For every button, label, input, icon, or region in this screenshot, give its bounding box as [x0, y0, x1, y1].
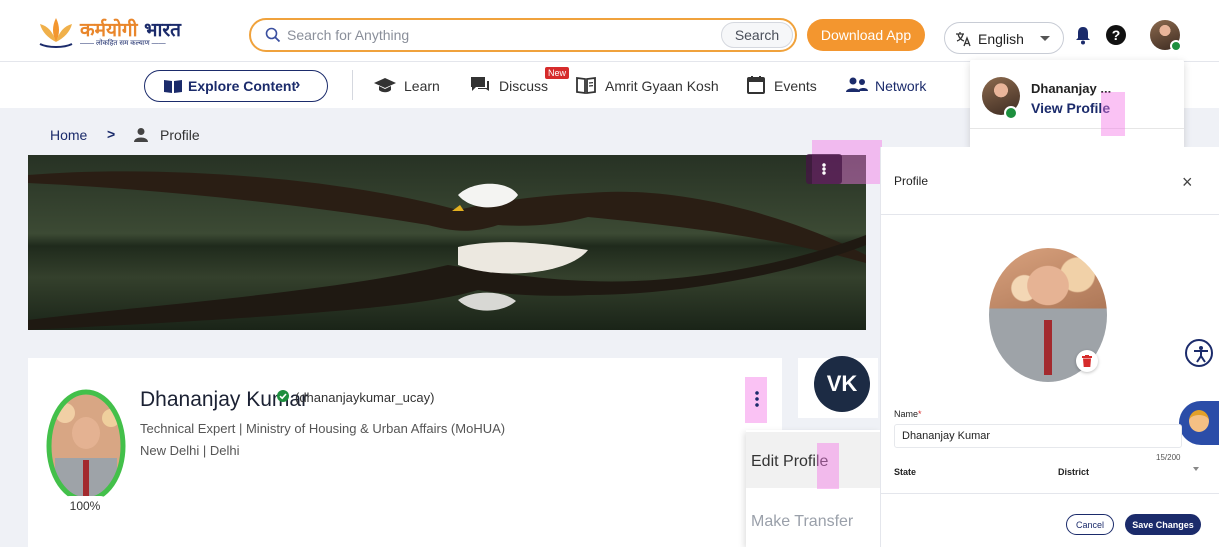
nav-item-discuss[interactable]: Discuss [469, 76, 549, 96]
person-icon [134, 128, 148, 142]
district-field-label: District [1058, 467, 1090, 477]
lotus-logo-icon [39, 18, 73, 48]
nav-item-label: Network [875, 78, 927, 94]
search-bar: Search [249, 18, 797, 52]
save-changes-button[interactable]: Save Changes [1125, 514, 1201, 535]
profile-photo-circle [46, 389, 126, 503]
panel-divider [880, 214, 1219, 215]
chevron-right-icon: › [295, 76, 301, 93]
karmayogi-logo[interactable]: कर्मयोगी भारत —— लोकहित सम कल्याण —— [36, 12, 186, 52]
banner-more-button[interactable] [806, 154, 842, 184]
language-label: English [978, 31, 1024, 47]
profile-completion-ring [45, 388, 127, 506]
cancel-button[interactable]: Cancel [1066, 514, 1114, 535]
calendar-icon [747, 76, 765, 94]
close-icon[interactable]: × [1182, 172, 1193, 193]
eagle-banner-art [28, 171, 866, 330]
language-select[interactable]: English [944, 22, 1064, 54]
district-dropdown-icon[interactable] [1193, 467, 1199, 471]
profile-designation: Technical Expert | Ministry of Housing &… [140, 421, 506, 436]
chatbot-button[interactable] [1179, 401, 1219, 445]
people-icon [846, 77, 868, 92]
verified-check-icon [277, 390, 289, 402]
name-char-count: 15/200 [1156, 453, 1181, 462]
breadcrumb-current: Profile [160, 127, 200, 143]
name-input[interactable] [894, 424, 1182, 448]
profile-banner-image [28, 155, 866, 330]
search-icon [265, 27, 281, 43]
nav-item-amrit-gyaan-kosh[interactable]: Amrit Gyaan Kosh [575, 76, 720, 96]
top-header: कर्मयोगी भारत —— लोकहित सम कल्याण —— Sea… [0, 0, 1219, 62]
nav-item-label: Discuss [499, 78, 549, 94]
profile-completion-percent: 100% [61, 496, 109, 516]
nav-divider [352, 70, 353, 100]
search-input[interactable] [287, 25, 707, 45]
highlight-overlay [1101, 92, 1125, 136]
breadcrumb-separator: > [107, 126, 116, 142]
accessibility-button[interactable] [1185, 339, 1213, 367]
photo-detail [1044, 320, 1052, 375]
more-vertical-icon [822, 163, 826, 175]
view-profile-link[interactable]: View Profile [1031, 100, 1110, 116]
notification-bell-icon[interactable] [1074, 25, 1092, 45]
logo-tagline: —— लोकहित सम कल्याण —— [80, 40, 166, 47]
nav-item-label: Amrit Gyaan Kosh [605, 78, 719, 94]
download-app-button[interactable]: Download App [807, 19, 925, 51]
explore-content-button[interactable]: Explore Content › [144, 70, 328, 102]
book-icon [576, 76, 596, 95]
explore-content-label: Explore Content [188, 78, 297, 94]
profile-username: (dhananjaykumar_ucay) [295, 390, 435, 405]
trash-icon [1082, 355, 1092, 367]
edit-profile-menu-item[interactable]: Edit Profile [746, 432, 880, 488]
profile-context-menu: Edit Profile Make Transfer Request [746, 430, 880, 547]
caret-down-icon [1040, 36, 1050, 41]
translate-icon [956, 32, 971, 47]
nav-item-label: Learn [404, 78, 440, 94]
profile-more-button[interactable] [748, 380, 766, 420]
nav-item-network[interactable]: Network [845, 76, 931, 96]
profile-location: New Delhi | Delhi [140, 443, 240, 458]
accessibility-icon [1194, 346, 1208, 363]
search-button[interactable]: Search [721, 22, 793, 48]
name-field-label: Name* [894, 409, 922, 419]
discussion-icon [471, 77, 489, 91]
verified-badge-icon [1004, 106, 1018, 120]
state-field-label: State [894, 467, 917, 477]
more-vertical-icon [755, 390, 759, 408]
panel-divider [880, 493, 1219, 494]
breadcrumb-home-link[interactable]: Home [50, 127, 87, 143]
delete-photo-button[interactable] [1076, 350, 1098, 372]
nav-item-learn[interactable]: Learn [373, 76, 443, 96]
help-icon[interactable]: ? [1106, 25, 1126, 45]
new-badge: New [545, 67, 570, 79]
nav-item-events[interactable]: Events [746, 76, 818, 96]
connection-avatar[interactable]: VK [814, 356, 870, 412]
panel-title: Profile [894, 174, 929, 188]
dropdown-divider [970, 128, 1184, 129]
graduation-cap-icon [374, 78, 396, 93]
dropdown-user-name: Dhananjay ... [1031, 81, 1112, 96]
nav-item-label: Events [774, 78, 817, 94]
chatbot-avatar-icon [1189, 410, 1209, 432]
verified-badge-icon [1170, 40, 1182, 52]
transfer-request-menu-item[interactable]: Make Transfer Request [746, 492, 880, 547]
open-book-icon [164, 80, 182, 93]
highlight-overlay [817, 443, 839, 489]
